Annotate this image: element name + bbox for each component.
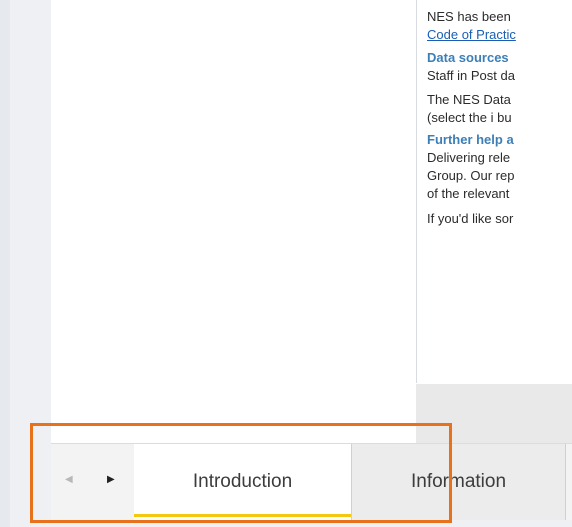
tab-separator: [565, 444, 572, 520]
link-text[interactable]: Code of Practic: [427, 27, 516, 42]
text-line: NES has been: [427, 9, 511, 24]
tab-label: Introduction: [192, 471, 293, 492]
text-line: of the relevant: [427, 186, 510, 201]
code-of-practice-link[interactable]: Code of Practic: [427, 26, 516, 44]
tab-scroll-left-icon[interactable]: ◀: [65, 474, 73, 485]
heading-data-sources: Data sources: [427, 50, 509, 65]
tab-introduction[interactable]: Introduction: [134, 444, 351, 520]
text-line: Staff in Post da: [427, 68, 515, 83]
tab-information[interactable]: Information: [351, 444, 565, 520]
grey-footer-block: [416, 384, 572, 443]
text-panel: NES has been Code of Practic Data source…: [416, 0, 572, 383]
tab-scroll-right-icon[interactable]: ▶: [107, 474, 115, 485]
tab-label: Information: [410, 471, 507, 492]
active-tab-indicator: [134, 514, 351, 517]
page-tab-bar: ◀ ▶ Introduction Information: [51, 443, 572, 520]
text-line: (select the i bu: [427, 110, 512, 125]
left-panel: [10, 0, 51, 443]
left-strip: [0, 0, 10, 527]
text-line: Delivering rele: [427, 150, 511, 165]
text-line: Group. Our rep: [427, 168, 515, 183]
text-line: If you'd like sor: [427, 211, 514, 226]
heading-further-help: Further help a: [427, 132, 514, 147]
text-line: The NES Data: [427, 92, 511, 107]
